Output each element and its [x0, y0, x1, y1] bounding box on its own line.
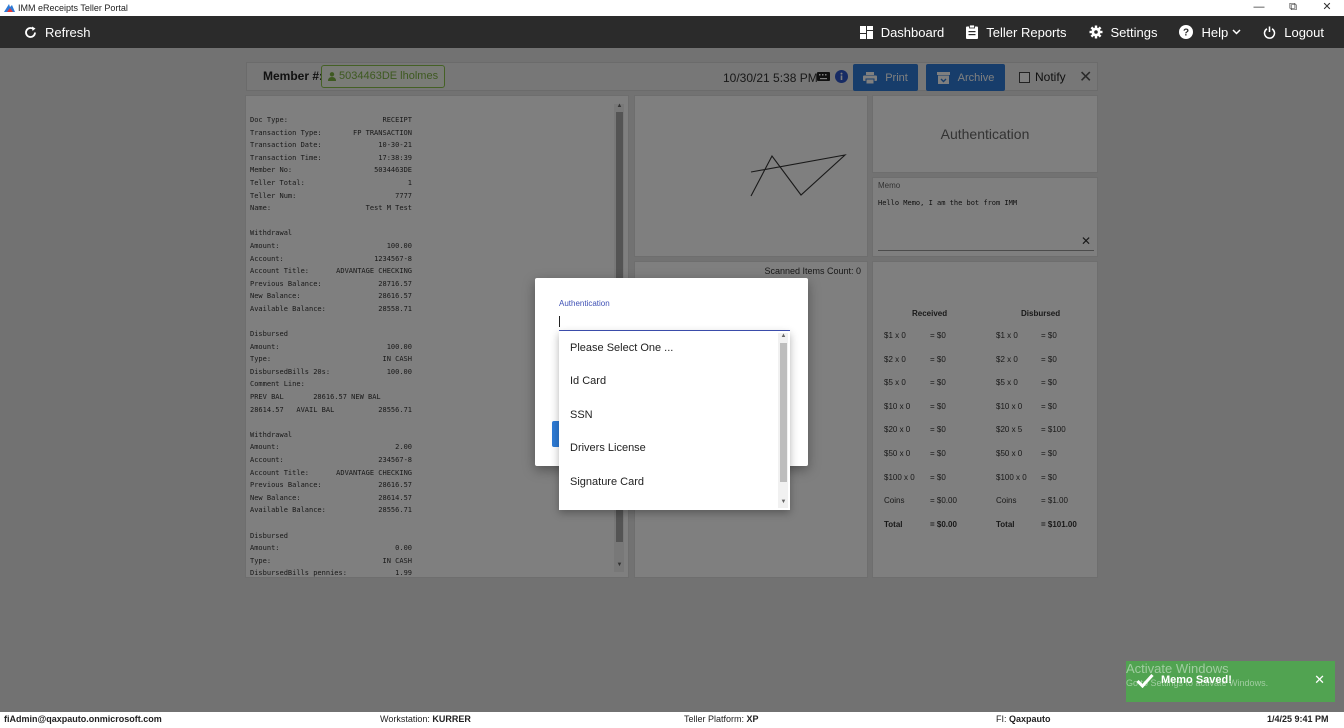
nav-dashboard[interactable]: Dashboard [859, 24, 945, 40]
text-caret [559, 316, 560, 327]
nav-teller-reports[interactable]: Teller Reports [966, 24, 1067, 40]
option-please-select[interactable]: Please Select One ... [559, 331, 777, 365]
watermark-subtitle: Go to Settings to activate Windows. [1126, 678, 1269, 688]
status-user: fiAdmin@qaxpauto.onmicrosoft.com [4, 714, 162, 724]
workstation-value: KURRER [432, 714, 471, 724]
nav-help[interactable]: ? Help [1179, 25, 1241, 40]
refresh-label: Refresh [45, 24, 91, 40]
status-bar: fiAdmin@qaxpauto.onmicrosoft.com Worksta… [0, 712, 1344, 728]
status-platform: Teller Platform: XP [684, 714, 759, 724]
clipboard-icon [966, 25, 979, 39]
workstation-label: Workstation: [380, 714, 430, 724]
svg-text:?: ? [1183, 28, 1189, 39]
dropdown-scroll-down[interactable]: ▼ [780, 499, 787, 505]
help-icon: ? [1179, 25, 1194, 39]
chevron-down-icon [1232, 29, 1241, 35]
toast-close-button[interactable]: ✕ [1314, 672, 1325, 688]
dropdown-scroll-up[interactable]: ▲ [780, 333, 787, 339]
close-window-button[interactable]: ✕ [1310, 0, 1344, 16]
platform-value: XP [746, 714, 759, 724]
refresh-icon [25, 26, 36, 38]
refresh-button[interactable]: Refresh [24, 16, 91, 48]
activate-windows-watermark: Activate Windows Go to Settings to activ… [1126, 662, 1268, 690]
nav-help-label: Help [1201, 24, 1229, 40]
window-titlebar: IMM eReceipts Teller Portal — ⧉ ✕ [0, 0, 1344, 16]
dropdown-scrollbar-thumb[interactable] [780, 343, 787, 482]
nav-right: Dashboard Teller Reports Settings ? Help… [859, 16, 1344, 48]
nav-settings-label: Settings [1110, 24, 1158, 40]
nav-dashboard-label: Dashboard [880, 24, 945, 40]
authentication-dropdown: Please Select One ... Id Card SSN Driver… [559, 331, 790, 510]
option-drivers-license[interactable]: Drivers License [559, 431, 777, 465]
power-icon [1263, 26, 1276, 39]
watermark-title: Activate Windows [1126, 661, 1229, 676]
window-controls: — ⧉ ✕ [1242, 0, 1344, 16]
minimize-button[interactable]: — [1242, 0, 1276, 16]
status-fi: FI: Qaxpauto [996, 714, 1051, 724]
option-ssn[interactable]: SSN [559, 398, 777, 432]
top-nav: Refresh Dashboard Teller Reports Setting… [0, 16, 1344, 48]
nav-teller-reports-label: Teller Reports [986, 24, 1067, 40]
fi-label: FI: [996, 714, 1007, 724]
platform-label: Teller Platform: [684, 714, 745, 724]
nav-settings[interactable]: Settings [1089, 24, 1158, 40]
nav-logout[interactable]: Logout [1263, 25, 1324, 40]
option-signature-card[interactable]: Signature Card [559, 465, 777, 499]
restore-button[interactable]: ⧉ [1276, 0, 1310, 16]
authentication-select[interactable] [559, 314, 790, 331]
fi-value: Qaxpauto [1009, 714, 1051, 724]
authentication-field-label: Authentication [559, 299, 610, 308]
nav-logout-label: Logout [1284, 24, 1324, 40]
status-workstation: Workstation: KURRER [380, 714, 471, 724]
status-datetime: 1/4/25 9:41 PM [1267, 714, 1329, 724]
gear-icon [1089, 25, 1102, 39]
window-title: IMM eReceipts Teller Portal [18, 3, 128, 13]
option-id-card[interactable]: Id Card [559, 364, 777, 398]
app-logo-icon [4, 4, 15, 12]
dashboard-icon [859, 25, 873, 39]
